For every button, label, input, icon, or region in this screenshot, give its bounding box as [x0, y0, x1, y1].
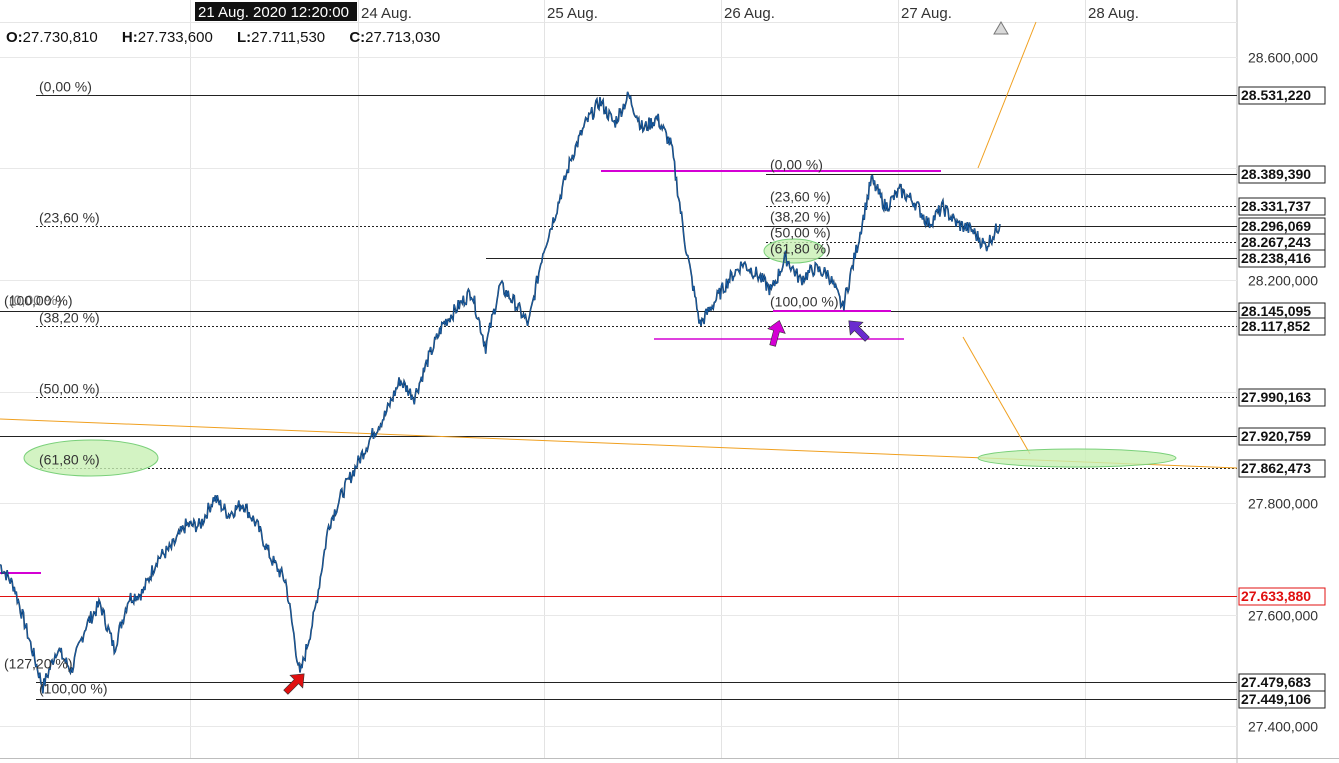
fib-level-label: (50,00 %) [39, 381, 100, 397]
fib-small-label: (50,00 %) [770, 225, 831, 241]
magenta-arrow-icon [767, 319, 786, 347]
price-label: 28.531,220 [1241, 87, 1311, 103]
price-label: 27.862,473 [1241, 460, 1311, 476]
y-tick-label: 28.200,000 [1248, 273, 1318, 289]
high-readout: H:27.733,600 [121, 29, 213, 46]
time-axis: 24 Aug. 25 Aug. 26 Aug. 27 Aug. 28 Aug. 21 Au… [195, 2, 1139, 22]
magenta-arrow-icon-shape [767, 319, 786, 347]
y-tick-label: 28.600,000 [1248, 50, 1318, 66]
fib-level-label: (100,00 %) [39, 681, 107, 697]
ohlc-readout: O:27.730,810 H:27.733,600 L:27.711,530 C… [6, 29, 460, 46]
horizontal-lines [0, 95, 1237, 700]
fib-small-label: (38,20 %) [770, 209, 831, 225]
close-readout: C:27.713,030 [349, 29, 441, 46]
price-label: 28.296,069 [1241, 218, 1311, 234]
scroll-marker-icon [993, 21, 1009, 35]
y-tick-label: 27.800,000 [1248, 496, 1318, 512]
price-label: 28.389,390 [1241, 166, 1311, 182]
target-zone-ellipse [977, 448, 1177, 468]
price-label: 27.920,759 [1241, 428, 1311, 444]
fib-level-label: (38,20 %) [39, 310, 100, 326]
fib-level-label: (127,20 %) [4, 656, 72, 672]
price-chart[interactable]: (0,00 %)(23,60 %)(38,20 %)(50,00 %)(61,8… [0, 0, 1339, 763]
fib-level-label-overlap: (0,00 %) [9, 292, 62, 308]
fib-level-label: (0,00 %) [39, 79, 92, 95]
price-label: 28.331,737 [1241, 198, 1311, 214]
drawing-annotations [0, 21, 1238, 574]
price-label: 28.238,416 [1241, 250, 1311, 266]
price-label: 28.117,852 [1241, 318, 1311, 334]
price-label: 28.267,243 [1241, 234, 1311, 250]
timestamp-label: 21 Aug. 2020 12:20:00 [198, 4, 349, 21]
x-tick-label: 28 Aug. [1088, 5, 1139, 22]
price-axis: 28.600,000 28.200,000 27.800,000 27.600,000… [1238, 50, 1326, 735]
price-label: 27.479,683 [1241, 674, 1311, 690]
fib-level-label: (23,60 %) [39, 210, 100, 226]
fib-small-label: (100,00 %) [770, 294, 838, 310]
fib-small-label: (0,00 %) [770, 157, 823, 173]
low-readout: L:27.711,530 [237, 29, 326, 46]
x-tick-label: 24 Aug. [361, 5, 412, 22]
fib-level-label: (61,80 %) [39, 452, 100, 468]
price-label: 27.633,880 [1241, 588, 1311, 604]
price-label: 27.449,106 [1241, 691, 1311, 707]
x-tick-label: 27 Aug. [901, 5, 952, 22]
y-tick-label: 27.600,000 [1248, 608, 1318, 624]
x-tick-label: 25 Aug. [547, 5, 598, 22]
purple-arrow-icon [848, 320, 870, 342]
open-readout: O:27.730,810 [6, 29, 98, 46]
chart-grid [0, 0, 1339, 763]
y-tick-label: 27.400,000 [1248, 719, 1318, 735]
purple-arrow-icon-shape [848, 320, 870, 342]
x-tick-label: 26 Aug. [724, 5, 775, 22]
fib-small-label: (23,60 %) [770, 189, 831, 205]
price-label: 27.990,163 [1241, 389, 1311, 405]
fib-small-label: (61,80 %) [770, 241, 831, 257]
price-label: 28.145,095 [1241, 303, 1311, 319]
